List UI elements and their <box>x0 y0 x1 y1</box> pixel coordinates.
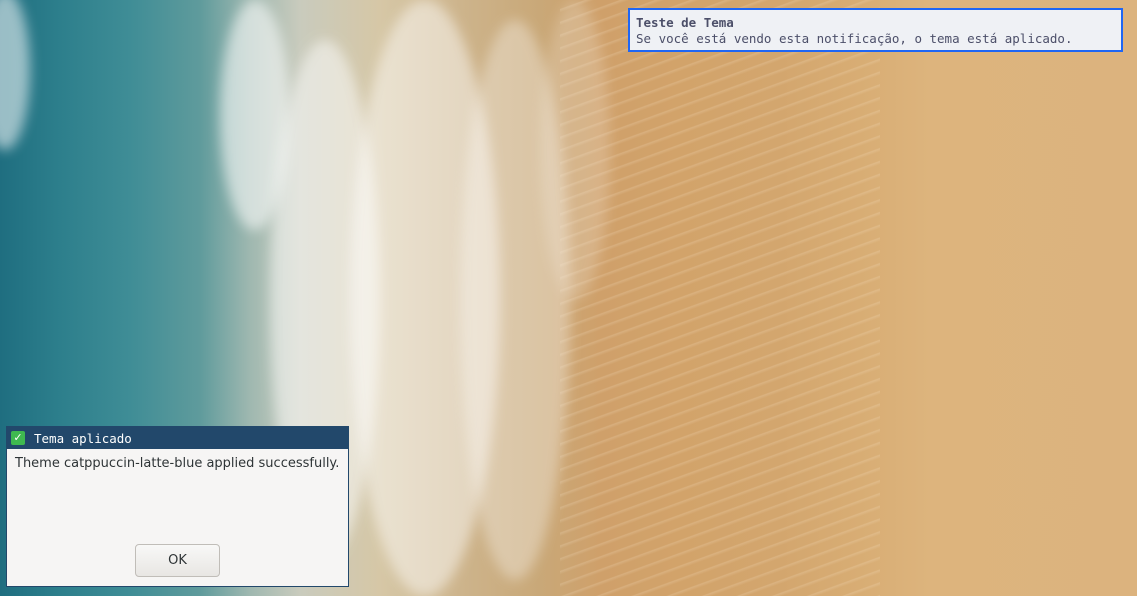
dialog-titlebar[interactable]: ✓ Tema aplicado <box>7 427 348 449</box>
theme-applied-dialog: ✓ Tema aplicado Theme catppuccin-latte-b… <box>6 426 349 587</box>
sand-ripples <box>560 0 880 596</box>
theme-test-notification[interactable]: Teste de Tema Se você está vendo esta no… <box>628 8 1123 52</box>
wave-foam <box>0 0 30 150</box>
notification-body: Se você está vendo esta notificação, o t… <box>636 31 1073 46</box>
check-mark-icon: ✓ <box>11 431 25 445</box>
notification-summary: Teste de Tema <box>636 15 734 30</box>
dialog-title: Tema aplicado <box>34 430 132 446</box>
ok-button[interactable]: OK <box>135 544 220 577</box>
dialog-message: Theme catppuccin-latte-blue applied succ… <box>15 456 340 471</box>
